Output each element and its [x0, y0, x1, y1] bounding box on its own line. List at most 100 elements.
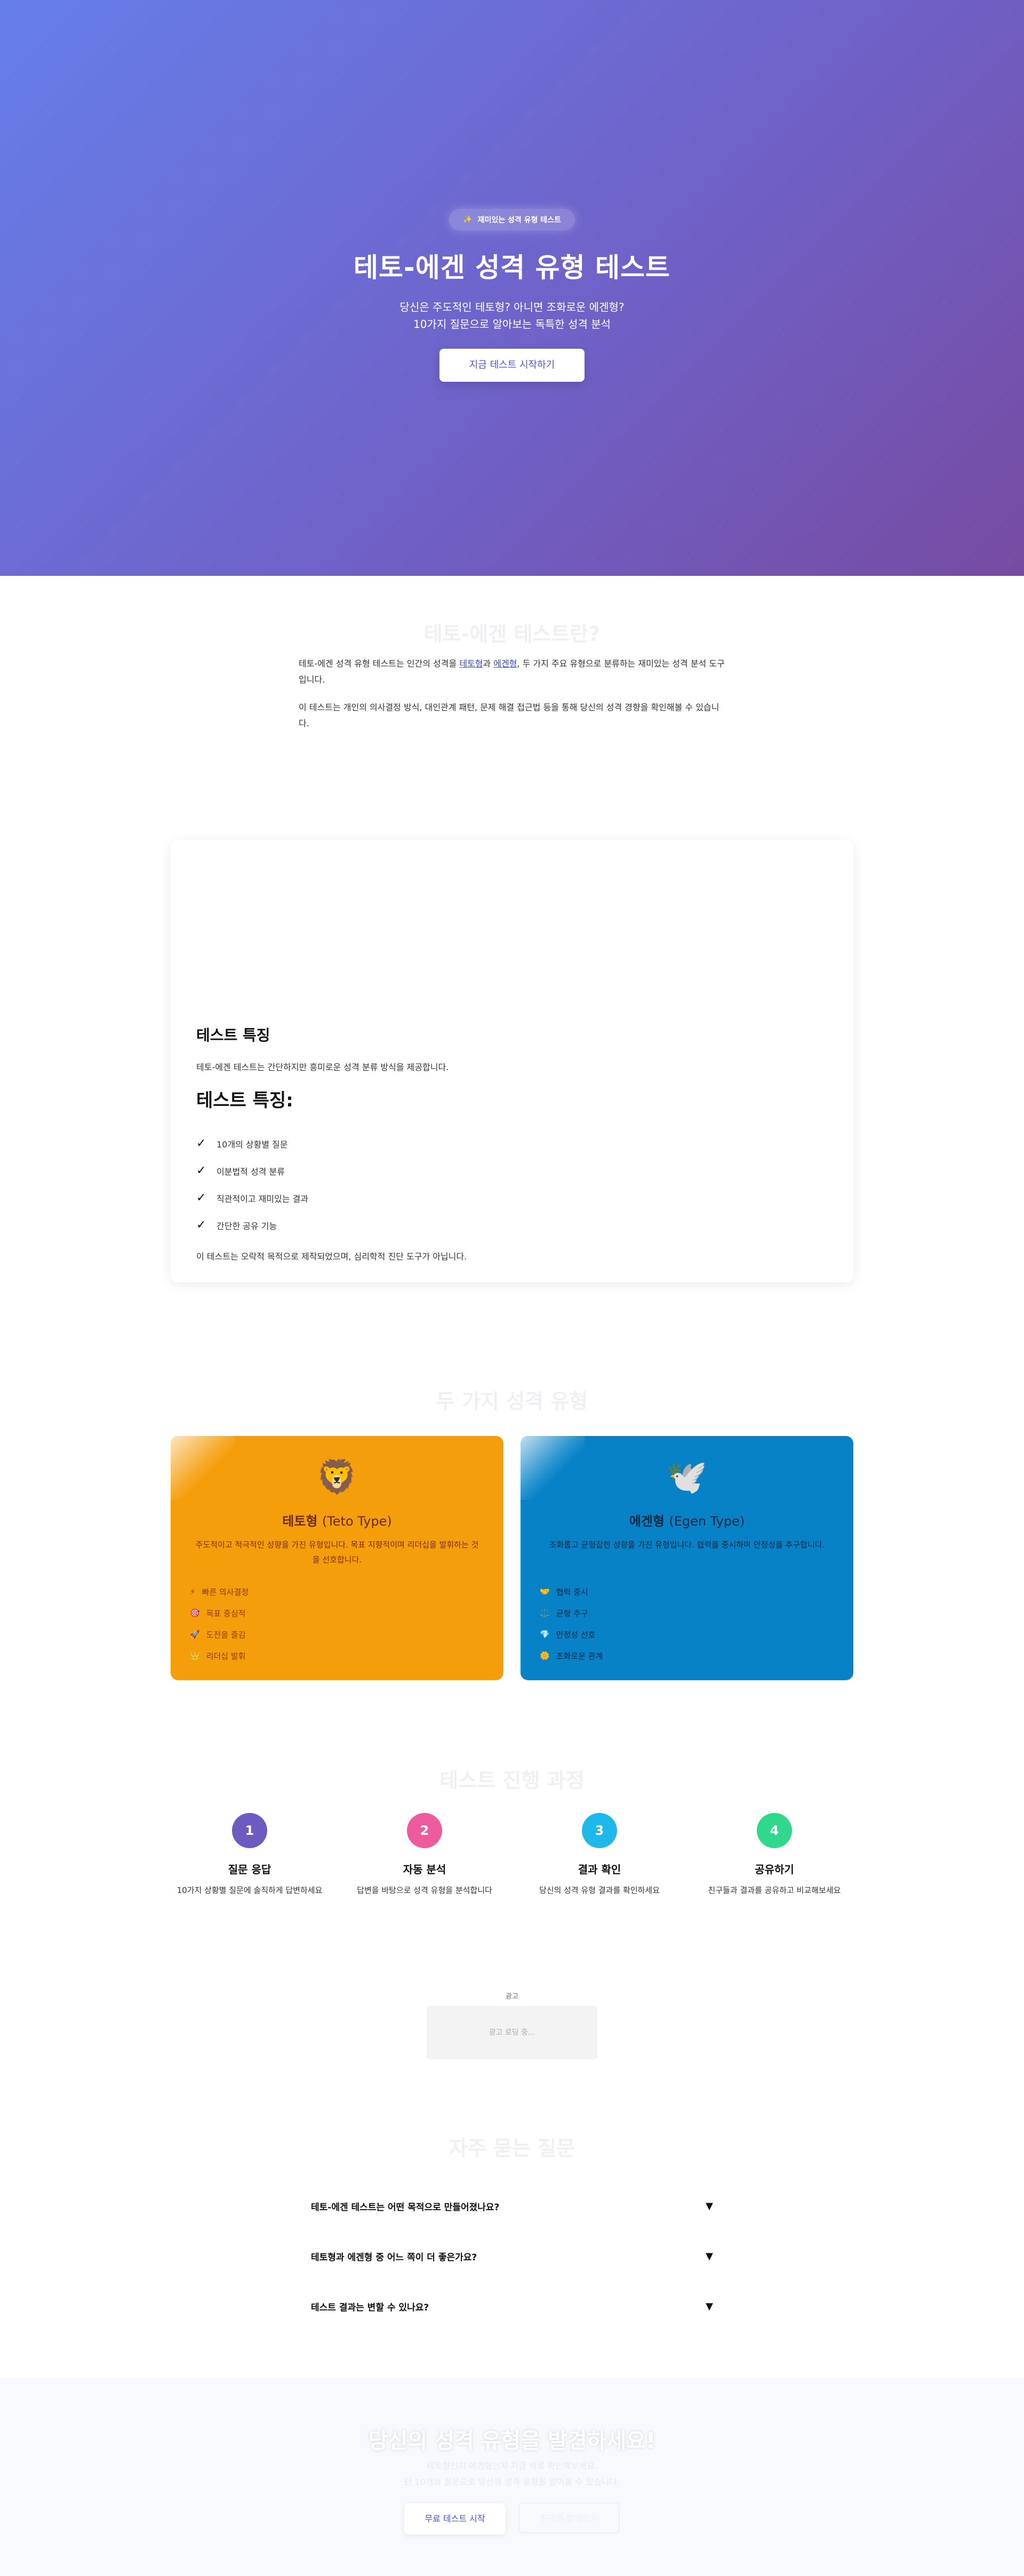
crown-icon: 👑: [190, 1651, 200, 1660]
process-step: 1 질문 응답 10가지 상황별 질문에 솔직하게 답변하세요: [175, 1813, 324, 1897]
step-description: 답변을 바탕으로 성격 유형을 분석합니다: [357, 1885, 492, 1895]
cta-subtitle-line2: 단 10개의 질문으로 당신의 성격 유형을 알아볼 수 있습니다.: [404, 2477, 620, 2487]
step-description: 10가지 상황별 질문에 솔직하게 답변하세요: [177, 1885, 323, 1895]
start-test-button[interactable]: 지금 테스트 시작하기: [439, 349, 585, 382]
step-number: 2: [407, 1813, 442, 1848]
trait-label: 목표 중심적: [206, 1608, 246, 1618]
free-test-button[interactable]: 무료 테스트 시작: [404, 2503, 506, 2534]
feature-disclaimer: 이 테스트는 오락적 목적으로 제작되었으며, 심리학적 진단 도구가 아닙니다…: [196, 1251, 467, 1262]
handshake-icon: 🤝: [540, 1587, 550, 1596]
lightning-icon: ⚡: [190, 1587, 196, 1596]
step-title: 자동 분석: [403, 1863, 446, 1876]
trait-label: 협력 중시: [556, 1587, 588, 1597]
egen-type-card: 🕊️ 에겐형 (Egen Type) 조화롭고 균형잡힌 성향을 가진 유형입니…: [521, 1436, 853, 1680]
egen-trait-list: 🤝 협력 중시 ⚖️ 균형 추구 💎 안정성 선호 🌼 조화로운 관계: [540, 1581, 603, 1666]
faq-item[interactable]: 테스트 결과는 변할 수 있나요? ▼: [311, 2281, 713, 2331]
trait-label: 조화로운 관계: [556, 1651, 603, 1661]
feature-card: 테스트 특징 테토-에겐 테스트는 간단하지만 흥미로운 성격 분류 방식을 제…: [171, 840, 853, 1282]
feature-item-label: 직관적이고 재미있는 결과: [217, 1193, 309, 1204]
feature-item-label: 간단한 공유 기능: [217, 1221, 277, 1231]
list-item: 💎 안정성 선호: [540, 1624, 603, 1645]
list-item: ✓ 10개의 상황별 질문: [196, 1130, 826, 1157]
teto-trait-list: ⚡ 빠른 의사결정 🎯 목표 중심적 🚀 도전을 즐김 👑 리더십 발휘: [190, 1581, 249, 1666]
target-icon: 🎯: [190, 1608, 200, 1618]
checkmark-icon: ✓: [196, 1164, 206, 1177]
egen-name: 에겐형: [629, 1514, 665, 1529]
teto-type-description: 주도적이고 적극적인 성향을 가진 유형입니다. 목표 지향적이며 리더십을 발…: [195, 1540, 479, 1564]
checkmark-icon: ✓: [196, 1191, 206, 1205]
about-paragraph-2: 이 테스트는 개인의 의사결정 방식, 대인관계 패턴, 문제 해결 접근법 등…: [299, 702, 719, 728]
ad-placeholder[interactable]: 광고 로딩 중...: [427, 2006, 597, 2059]
teto-name: 테토형: [282, 1514, 318, 1529]
scale-icon: ⚖️: [540, 1608, 550, 1618]
bottom-cta-section: 당신의 성격 유형을 발견하세요! 테토형인지 에겐형인지 지금 바로 확인해보…: [0, 2378, 1024, 2576]
trait-label: 리더십 발휘: [206, 1651, 246, 1661]
hero-badge: ✨ 재미있는 성격 유형 테스트: [449, 209, 575, 230]
faq-title: 자주 묻는 질문: [449, 2137, 575, 2160]
types-title: 두 가지 성격 유형: [436, 1390, 588, 1413]
feature-list: ✓ 10개의 상황별 질문 ✓ 이분법적 성격 분류 ✓ 직관적이고 재미있는 결과 …: [196, 1130, 826, 1239]
list-item: 🚀 도전을 즐김: [190, 1624, 249, 1645]
hero-subtitle-line1: 당신은 주도적인 테토형? 아니면 조화로운 에겐형?: [399, 301, 625, 314]
list-item: ✓ 이분법적 성격 분류: [196, 1157, 826, 1184]
step-number: 4: [757, 1813, 792, 1848]
gem-icon: 💎: [540, 1630, 550, 1639]
step-number: 1: [232, 1813, 267, 1848]
list-item: 🎯 목표 중심적: [190, 1602, 249, 1624]
faq-question: 테토-에겐 테스트는 어떤 목적으로 만들어졌나요?: [311, 2202, 500, 2213]
faq-question: 테스트 결과는 변할 수 있나요?: [311, 2302, 429, 2313]
feature-heading: 테스트 특징: [196, 1026, 270, 1044]
list-item: ✓ 직관적이고 재미있는 결과: [196, 1184, 826, 1211]
list-item: ⚖️ 균형 추구: [540, 1602, 603, 1624]
feature-description: 테토-에겐 테스트는 간단하지만 흥미로운 성격 분류 방식을 제공합니다.: [196, 1062, 449, 1072]
list-item: 🤝 협력 중시: [540, 1581, 603, 1602]
hero-title: 테토-에겐 성격 유형 테스트: [354, 252, 670, 283]
cta-buttons: 무료 테스트 시작 친구와 함께하기: [0, 2502, 1024, 2534]
about-text: 테토-에겐 성격 유형 테스트는 인간의 성격을 테토형과 에겐형, 두 가지 …: [299, 656, 725, 732]
feature-subheading: 테스트 특징:: [196, 1090, 293, 1111]
egen-name-en: (Egen Type): [669, 1514, 745, 1529]
flower-icon: 🌼: [540, 1651, 550, 1660]
faq-question: 테토형과 에겐형 중 어느 쪽이 더 좋은가요?: [311, 2252, 477, 2263]
lion-icon: 🦁: [316, 1457, 358, 1496]
faq-list: 테토-에겐 테스트는 어떤 목적으로 만들어졌나요? ▼ 테토형과 에겐형 중 …: [311, 2181, 713, 2331]
rocket-icon: 🚀: [190, 1630, 200, 1639]
step-title: 결과 확인: [578, 1863, 621, 1876]
list-item: ⚡ 빠른 의사결정: [190, 1581, 249, 1602]
teto-type-card: 🦁 테토형 (Teto Type) 주도적이고 적극적인 성향을 가진 유형입니…: [171, 1436, 503, 1680]
list-item: 👑 리더십 발휘: [190, 1645, 249, 1666]
hero-badge-label: 재미있는 성격 유형 테스트: [477, 216, 561, 224]
process-step: 4 공유하기 친구들과 결과를 공유하고 비교해보세요: [700, 1813, 849, 1897]
teto-type-name: 테토형 (Teto Type): [171, 1511, 503, 1529]
hero-section: ✨ 재미있는 성격 유형 테스트 테토-에겐 성격 유형 테스트 당신은 주도적…: [0, 0, 1024, 576]
step-description: 당신의 성격 유형 결과를 확인하세요: [539, 1885, 660, 1895]
chevron-down-icon: ▼: [706, 2200, 713, 2212]
hero-subtitle-line2: 10가지 질문으로 알아보는 독특한 성격 분석: [413, 318, 611, 331]
step-title: 공유하기: [755, 1863, 794, 1876]
faq-item[interactable]: 테토형과 에겐형 중 어느 쪽이 더 좋은가요? ▼: [311, 2231, 713, 2281]
process-step: 2 자동 분석 답변을 바탕으로 성격 유형을 분석합니다: [350, 1813, 499, 1897]
about-title: 테토-에겐 테스트란?: [423, 622, 601, 646]
teto-name-en: (Teto Type): [322, 1514, 392, 1529]
chevron-down-icon: ▼: [706, 2300, 713, 2312]
about-p1-part-a: 테토-에겐 성격 유형 테스트는 인간의 성격을: [299, 659, 460, 669]
share-with-friends-button[interactable]: 친구와 함께하기: [518, 2502, 620, 2533]
ad-label: 광고: [506, 1993, 518, 2001]
faq-item[interactable]: 테토-에겐 테스트는 어떤 목적으로 만들어졌나요? ▼: [311, 2181, 713, 2231]
checkmark-icon: ✓: [196, 1218, 206, 1232]
teto-type-link[interactable]: 테토형: [459, 659, 483, 669]
trait-label: 도전을 즐김: [206, 1630, 246, 1640]
step-description: 친구들과 결과를 공유하고 비교해보세요: [708, 1885, 841, 1895]
cta-subtitle: 테토형인지 에겐형인지 지금 바로 확인해보세요. 단 10개의 질문으로 당신…: [0, 2458, 1024, 2490]
step-number: 3: [582, 1813, 617, 1848]
trait-label: 안정성 선호: [556, 1630, 596, 1640]
hero-subtitle: 당신은 주도적인 테토형? 아니면 조화로운 에겐형? 10가지 질문으로 알아…: [0, 299, 1024, 333]
about-paragraph-1: 테토-에겐 성격 유형 테스트는 인간의 성격을 테토형과 에겐형, 두 가지 …: [299, 656, 725, 688]
egen-type-link[interactable]: 에겐형: [493, 659, 517, 669]
process-title: 테스트 진행 과정: [439, 1769, 585, 1792]
cta-title: 당신의 성격 유형을 발견하세요!: [368, 2429, 656, 2453]
trait-label: 빠른 의사결정: [202, 1587, 249, 1597]
feature-item-label: 이분법적 성격 분류: [217, 1166, 285, 1177]
list-item: ✓ 간단한 공유 기능: [196, 1211, 826, 1239]
dove-icon: 🕊️: [666, 1457, 708, 1496]
